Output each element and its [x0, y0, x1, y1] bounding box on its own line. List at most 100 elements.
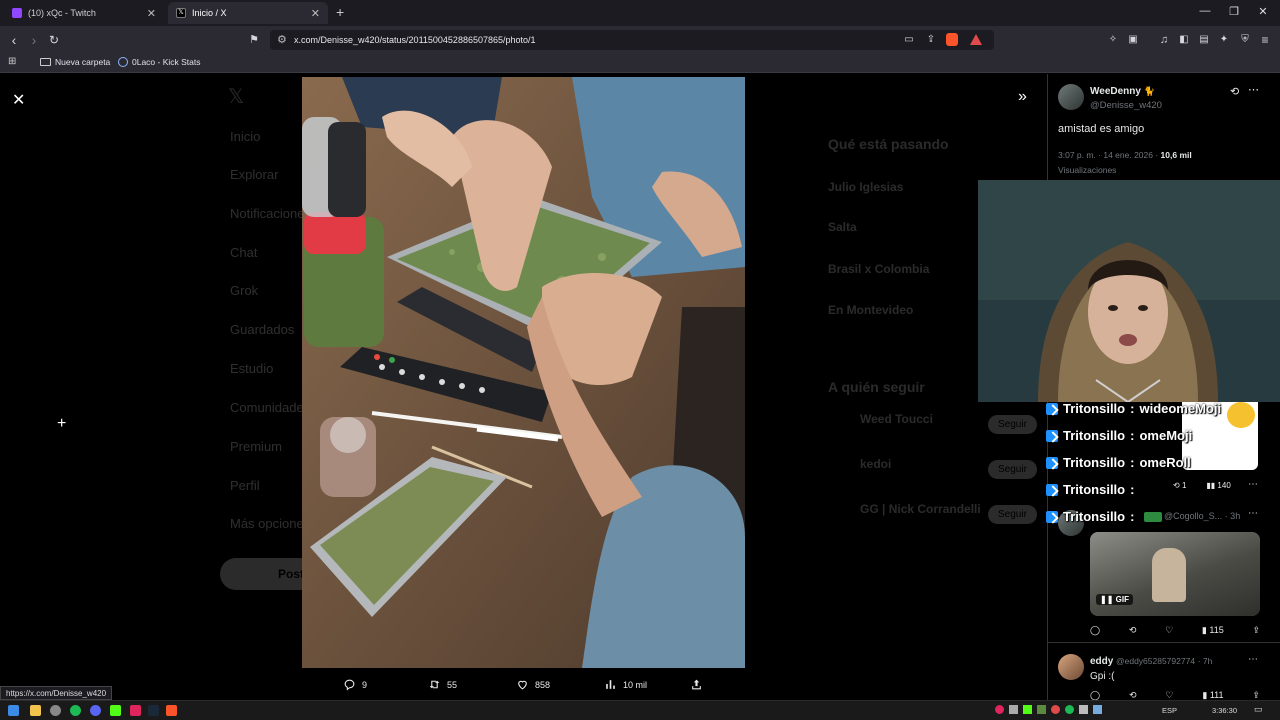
- more-options-icon[interactable]: ⋯: [1248, 508, 1258, 519]
- wallet-icon[interactable]: ▤: [1195, 31, 1213, 49]
- grok-icon[interactable]: ⟲: [1230, 85, 1239, 98]
- input-language[interactable]: ESP: [1162, 706, 1177, 715]
- share-icon[interactable]: ⇪: [1252, 625, 1260, 636]
- avatar[interactable]: [1058, 84, 1084, 110]
- browser-tab-bar: (10) xQc - Twitch ✕ 𝕏 Inicio / X ✕ + — ❐…: [0, 0, 1280, 26]
- sidebar-icon[interactable]: ◧: [1175, 31, 1193, 49]
- display-name: eddy: [1090, 656, 1114, 667]
- app-icon[interactable]: [130, 705, 141, 716]
- tab-search-icon[interactable]: ▣: [1124, 31, 1142, 49]
- mouse-cursor-icon: +: [57, 415, 67, 432]
- tweet-author-name[interactable]: WeeDenny 🐈: [1090, 86, 1155, 97]
- brave-icon[interactable]: [166, 705, 177, 716]
- gif-badge[interactable]: ❚❚ GIF: [1096, 594, 1133, 605]
- views-button[interactable]: 10 mil: [604, 678, 647, 691]
- reply-view-count[interactable]: ▮▮ 140: [1206, 481, 1230, 490]
- views-label: Visualizaciones: [1058, 165, 1117, 175]
- repost-icon: [429, 680, 440, 689]
- chat-user: Tritonsillo: [1063, 482, 1126, 497]
- follow-button: Seguir: [988, 415, 1037, 434]
- leo-ai-icon[interactable]: ✦: [1215, 31, 1233, 49]
- like-button[interactable]: 858: [516, 678, 550, 691]
- address-url: x.com/Denisse_w420/status/20115004528865…: [294, 35, 536, 45]
- more-options-icon[interactable]: ⋯: [1248, 479, 1258, 490]
- more-options-icon[interactable]: ⋯: [1248, 654, 1258, 665]
- tray-kick-icon[interactable]: [1023, 705, 1032, 714]
- new-tab-button[interactable]: +: [336, 4, 344, 20]
- reply-icon: [344, 679, 355, 691]
- reply-handle[interactable]: @Cogollo_S... · 3h: [1164, 511, 1240, 521]
- system-clock[interactable]: 3:36:30: [1212, 706, 1237, 715]
- tweet-timestamp[interactable]: 3:07 p. m. · 14 ene. 2026 ·: [1058, 150, 1161, 160]
- tab-twitch[interactable]: (10) xQc - Twitch ✕: [4, 2, 164, 24]
- view-count[interactable]: ▮ 115: [1202, 625, 1224, 636]
- repost-icon[interactable]: ⟲: [1129, 625, 1137, 636]
- reply-author[interactable]: eddy @eddy65285792774 · 7h: [1090, 656, 1212, 667]
- media-icon[interactable]: ♫: [1155, 31, 1173, 49]
- more-options-icon[interactable]: ⋯: [1248, 83, 1259, 96]
- start-icon[interactable]: [8, 705, 19, 716]
- tray-app-icon[interactable]: [1079, 705, 1088, 714]
- window-close-icon[interactable]: ✕: [1253, 5, 1273, 18]
- site-settings-icon[interactable]: ⚙: [277, 33, 287, 46]
- menu-icon[interactable]: ≡: [1256, 31, 1274, 49]
- taskbar: ESP 3:36:30 ▭: [0, 700, 1280, 720]
- bookmark-item[interactable]: Nueva carpeta: [40, 57, 110, 67]
- tray-app-icon[interactable]: [1093, 705, 1102, 714]
- extensions-icon[interactable]: ✧: [1104, 31, 1122, 49]
- chat-message: Tritonsillo: omeMoji: [1046, 428, 1192, 443]
- tweet-photo[interactable]: [302, 77, 745, 668]
- reply-button[interactable]: 9: [343, 678, 367, 691]
- reply-stats-row: ⟲ 1 ▮▮ 140: [1173, 481, 1231, 490]
- view-count: 140: [1217, 481, 1231, 490]
- bookmark-item[interactable]: 0Laco - Kick Stats: [118, 57, 201, 67]
- tray-spotify-icon[interactable]: [1065, 705, 1074, 714]
- chat-user: Tritonsillo: [1063, 509, 1126, 524]
- tray-app-icon[interactable]: [1037, 705, 1046, 714]
- bookmark-label: 0Laco - Kick Stats: [132, 57, 201, 67]
- collapse-sidebar-icon[interactable]: »: [1018, 88, 1027, 106]
- address-bar[interactable]: ⚙ x.com/Denisse_w420/status/201150045288…: [270, 30, 994, 50]
- apps-grid-icon[interactable]: ⊞: [8, 56, 16, 67]
- tray-app-icon[interactable]: [1051, 705, 1060, 714]
- folder-icon: [40, 58, 51, 66]
- reply-actions: ◯ ⟲ ♡ ▮ 115 ⇪: [1090, 625, 1260, 636]
- photo-illustration: [302, 77, 745, 668]
- bookmark-icon[interactable]: ⚑: [245, 31, 263, 49]
- heart-icon[interactable]: ♡: [1165, 625, 1173, 636]
- tray-app-icon[interactable]: [1009, 705, 1018, 714]
- avatar[interactable]: [1058, 654, 1084, 680]
- vpn-icon[interactable]: ⛨: [1236, 31, 1254, 49]
- close-tab-icon[interactable]: ✕: [311, 7, 320, 20]
- reload-icon[interactable]: ↻: [45, 31, 63, 49]
- reply-icon[interactable]: ◯: [1090, 625, 1100, 636]
- steam-icon[interactable]: [148, 705, 159, 716]
- kick-icon[interactable]: [110, 705, 121, 716]
- file-explorer-icon[interactable]: [30, 705, 41, 716]
- screencast-icon[interactable]: ▭: [900, 31, 918, 49]
- reply-repost-count[interactable]: ⟲ 1: [1173, 481, 1186, 490]
- spotify-icon[interactable]: [70, 705, 81, 716]
- prime-badge-icon: [1046, 456, 1058, 469]
- discord-icon[interactable]: [90, 705, 101, 716]
- share-icon[interactable]: ⇪: [922, 31, 940, 49]
- restore-icon[interactable]: ❐: [1224, 5, 1244, 18]
- back-icon[interactable]: ‹: [5, 31, 23, 49]
- tab-x-inicio[interactable]: 𝕏 Inicio / X ✕: [168, 2, 328, 24]
- tray-app-icon[interactable]: [995, 705, 1004, 714]
- tweet-author-handle[interactable]: @Denisse_w420: [1090, 100, 1162, 111]
- close-viewer-icon[interactable]: ✕: [12, 90, 25, 110]
- notifications-icon[interactable]: ▭: [1254, 704, 1263, 715]
- repost-button[interactable]: 55: [428, 678, 457, 691]
- brave-rewards-icon[interactable]: [970, 34, 982, 45]
- nav-item: Notificaciones: [230, 206, 311, 221]
- forward-icon[interactable]: ›: [25, 31, 43, 49]
- obs-icon[interactable]: [50, 705, 61, 716]
- close-tab-icon[interactable]: ✕: [147, 7, 156, 20]
- share-button[interactable]: [690, 678, 703, 691]
- prime-badge-icon: [1046, 429, 1058, 442]
- minimize-icon[interactable]: —: [1195, 5, 1215, 17]
- reply-gif[interactable]: ❚❚ GIF: [1090, 532, 1260, 616]
- brave-shield-icon[interactable]: [946, 33, 958, 46]
- divider: [1048, 642, 1280, 643]
